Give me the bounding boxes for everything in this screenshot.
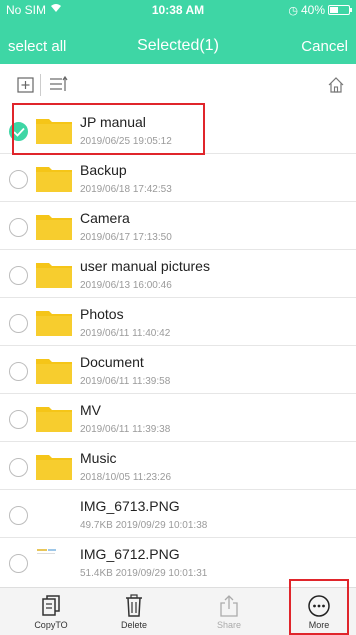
- folder-icon: [36, 452, 72, 480]
- item-meta: 2019/06/25 19:05:12: [80, 136, 172, 147]
- folder-icon: [36, 212, 72, 240]
- folder-icon: [36, 164, 72, 192]
- folder-icon: [36, 356, 72, 384]
- selection-checkbox[interactable]: [9, 410, 28, 429]
- list-item[interactable]: Document 2019/06/11 11:39:58: [0, 346, 356, 394]
- item-meta: 2019/06/11 11:39:58: [80, 376, 171, 387]
- more-button[interactable]: More: [289, 588, 349, 635]
- item-name: MV: [80, 402, 101, 418]
- share-icon: [220, 595, 238, 617]
- status-bar: No SIM 10:38 AM ◷ 40%: [0, 0, 356, 20]
- folder-icon: [36, 116, 72, 144]
- file-list: JP manual 2019/06/25 19:05:12 Backup 201…: [0, 106, 356, 586]
- item-meta: 2019/06/18 17:42:53: [80, 184, 172, 195]
- delete-label: Delete: [120, 620, 147, 630]
- item-meta: 2019/06/13 16:00:46: [80, 280, 172, 291]
- sort-icon[interactable]: [48, 75, 68, 95]
- home-icon[interactable]: [326, 75, 346, 95]
- copy-to-label: CopyTO: [34, 620, 68, 630]
- cancel-button[interactable]: Cancel: [301, 38, 348, 55]
- share-label: Share: [216, 620, 242, 630]
- item-name: IMG_6712.PNG: [80, 546, 180, 562]
- selection-checkbox[interactable]: [9, 458, 28, 477]
- item-name: Camera: [80, 210, 130, 226]
- list-item[interactable]: Music 2018/10/05 11:23:26: [0, 442, 356, 490]
- more-icon: [308, 595, 330, 617]
- copy-icon: [42, 595, 60, 616]
- selection-checkbox[interactable]: [9, 314, 28, 333]
- item-meta: 2019/06/17 17:13:50: [80, 232, 172, 243]
- battery-fill: [330, 7, 338, 13]
- item-name: Music: [80, 450, 117, 466]
- list-item[interactable]: Camera 2019/06/17 17:13:50: [0, 202, 356, 250]
- selection-checkbox[interactable]: [9, 218, 28, 237]
- selection-checkbox[interactable]: [9, 506, 28, 525]
- top-header: No SIM 10:38 AM ◷ 40% select all Selecte…: [0, 0, 356, 64]
- item-name: JP manual: [80, 114, 146, 130]
- copy-to-button[interactable]: CopyTO: [21, 588, 81, 635]
- item-name: user manual pictures: [80, 258, 210, 274]
- share-button[interactable]: Share: [199, 588, 259, 635]
- list-item[interactable]: Backup 2019/06/18 17:42:53: [0, 154, 356, 202]
- delete-button[interactable]: Delete: [104, 588, 164, 635]
- item-name: Photos: [80, 306, 124, 322]
- folder-icon: [36, 260, 72, 288]
- battery-percent: 40%: [300, 3, 325, 17]
- list-item[interactable]: JP manual 2019/06/25 19:05:12: [0, 106, 356, 154]
- selection-checkbox[interactable]: [9, 170, 28, 189]
- image-thumbnail: [36, 500, 72, 528]
- list-item[interactable]: IMG_6713.PNG 49.7KB 2019/09/29 10:01:38: [0, 490, 356, 538]
- item-meta: 2018/10/05 11:23:26: [80, 472, 172, 483]
- item-meta: 2019/06/11 11:40:42: [80, 328, 171, 339]
- selection-checkbox[interactable]: [9, 266, 28, 285]
- item-meta: 49.7KB 2019/09/29 10:01:38: [80, 520, 208, 531]
- item-meta: 2019/06/11 11:39:38: [80, 424, 171, 435]
- selection-checkbox[interactable]: [9, 554, 28, 573]
- list-item[interactable]: IMG_6712.PNG 51.4KB 2019/09/29 10:01:31: [0, 538, 356, 586]
- battery-icon: [328, 5, 352, 15]
- item-name: IMG_6713.PNG: [80, 498, 180, 514]
- folder-icon: [36, 404, 72, 432]
- file-toolbar: [0, 64, 356, 104]
- item-name: Document: [80, 354, 144, 370]
- alarm-icon: ◷: [288, 4, 298, 17]
- selection-checkbox[interactable]: [9, 362, 28, 381]
- nav-bar: select all Selected(1) Cancel: [0, 28, 356, 64]
- folder-icon: [36, 308, 72, 336]
- list-item[interactable]: user manual pictures 2019/06/13 16:00:46: [0, 250, 356, 298]
- list-item[interactable]: Photos 2019/06/11 11:40:42: [0, 298, 356, 346]
- bottom-action-bar: CopyTO Delete Share More: [0, 587, 356, 635]
- trash-icon: [126, 594, 142, 617]
- list-item[interactable]: MV 2019/06/11 11:39:38: [0, 394, 356, 442]
- more-label: More: [308, 620, 330, 630]
- toolbar-divider: [40, 74, 41, 96]
- new-folder-icon[interactable]: [16, 75, 36, 95]
- item-name: Backup: [80, 162, 127, 178]
- selection-checkbox[interactable]: [9, 122, 28, 141]
- image-thumbnail: [36, 548, 72, 576]
- item-meta: 51.4KB 2019/09/29 10:01:31: [80, 568, 208, 579]
- battery-status: ◷ 40%: [288, 3, 352, 17]
